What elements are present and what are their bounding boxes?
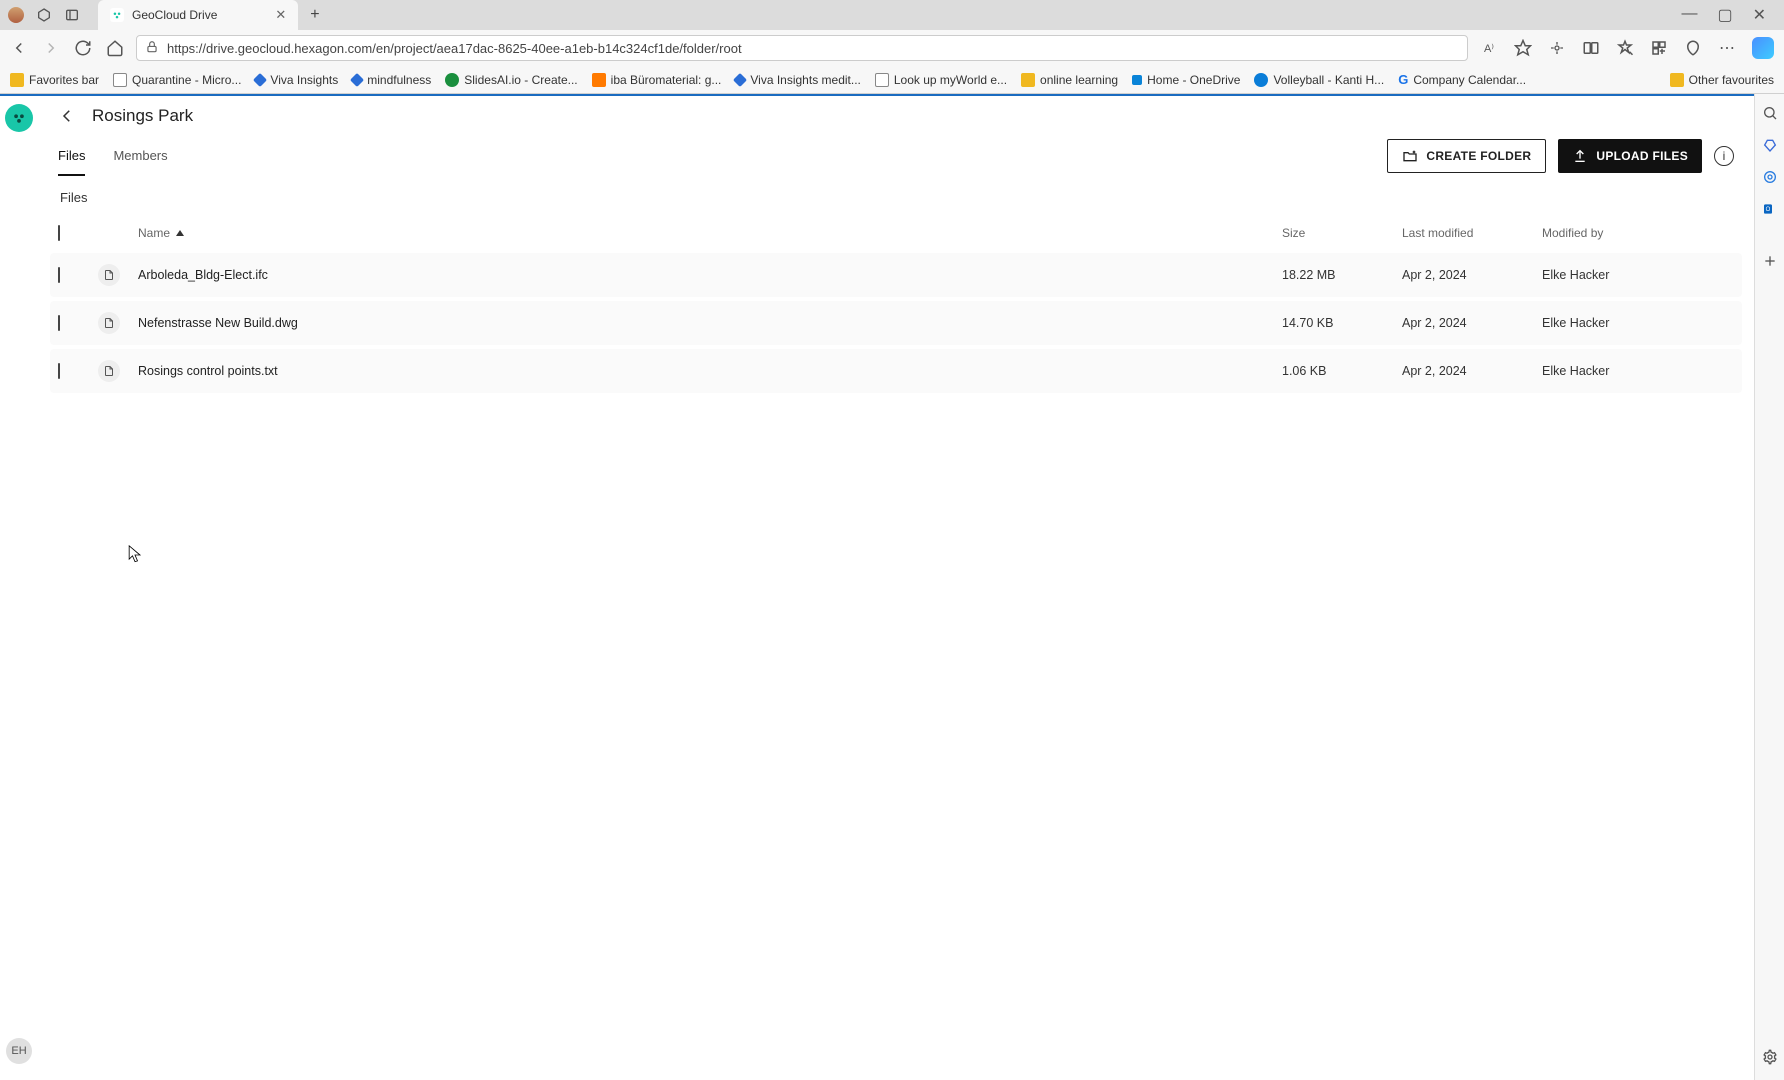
tabs-row: Files Members CREATE FOLDER UPLOAD FILES… — [38, 136, 1754, 176]
extensions-icon[interactable] — [1548, 39, 1566, 57]
tab-files[interactable]: Files — [58, 136, 85, 176]
bookmark-viva-insights[interactable]: Viva Insights — [255, 73, 338, 87]
sidebar-tools-icon[interactable] — [1761, 168, 1779, 186]
edge-sidebar: O — [1754, 94, 1784, 1080]
new-tab-button[interactable]: + — [310, 6, 319, 24]
column-name[interactable]: Name — [138, 226, 1282, 240]
select-all-checkbox[interactable] — [58, 225, 60, 241]
bookmark-onedrive[interactable]: Home - OneDrive — [1132, 73, 1240, 87]
page-title: Rosings Park — [92, 106, 193, 126]
upload-files-button[interactable]: UPLOAD FILES — [1558, 139, 1702, 173]
collections-icon[interactable] — [1650, 39, 1668, 57]
window-close-icon[interactable]: ✕ — [1753, 5, 1766, 25]
breadcrumb: Files — [38, 176, 1754, 213]
app-logo-icon[interactable] — [5, 104, 33, 132]
sidebar-add-icon[interactable] — [1761, 252, 1779, 270]
address-row: https://drive.geocloud.hexagon.com/en/pr… — [0, 30, 1784, 66]
file-modified-by: Elke Hacker — [1542, 364, 1742, 378]
nav-forward-icon — [42, 39, 60, 57]
file-icon — [98, 360, 120, 382]
app-frame: EH Rosings Park Files Members CREATE FOL… — [0, 94, 1754, 1080]
bookmark-myworld[interactable]: Look up myWorld e... — [875, 73, 1007, 87]
sidebar-outlook-icon[interactable]: O — [1761, 200, 1779, 218]
file-icon — [98, 312, 120, 334]
sort-asc-icon — [176, 230, 184, 236]
bookmark-viva-medit[interactable]: Viva Insights medit... — [735, 73, 861, 87]
file-name: Arboleda_Bldg-Elect.ifc — [138, 268, 1282, 282]
app-rail: EH — [0, 96, 38, 1080]
address-bar[interactable]: https://drive.geocloud.hexagon.com/en/pr… — [136, 35, 1468, 61]
tab-favicon-icon — [110, 8, 124, 22]
bookmark-online-learning[interactable]: online learning — [1021, 73, 1118, 87]
page-header: Rosings Park — [38, 96, 1754, 136]
nav-home-icon[interactable] — [106, 39, 124, 57]
table-row[interactable]: Rosings control points.txt 1.06 KB Apr 2… — [50, 349, 1742, 393]
info-icon[interactable]: i — [1714, 146, 1734, 166]
create-folder-button[interactable]: CREATE FOLDER — [1387, 139, 1546, 173]
favorites-icon[interactable] — [1616, 39, 1634, 57]
read-aloud-icon[interactable]: A⁾ — [1480, 39, 1498, 57]
nav-refresh-icon[interactable] — [74, 39, 92, 57]
file-modified-by: Elke Hacker — [1542, 268, 1742, 282]
tab-close-icon[interactable]: ✕ — [275, 7, 286, 23]
file-modified-by: Elke Hacker — [1542, 316, 1742, 330]
split-screen-icon[interactable] — [1582, 39, 1600, 57]
window-maximize-icon[interactable]: ▢ — [1717, 5, 1732, 25]
file-last-modified: Apr 2, 2024 — [1402, 364, 1542, 378]
bookmark-quarantine[interactable]: Quarantine - Micro... — [113, 73, 241, 87]
file-name: Nefenstrasse New Build.dwg — [138, 316, 1282, 330]
bookmark-volleyball[interactable]: Volleyball - Kanti H... — [1254, 73, 1384, 87]
app-content: Rosings Park Files Members CREATE FOLDER… — [38, 96, 1754, 1080]
bookmark-company-calendar[interactable]: GCompany Calendar... — [1398, 72, 1526, 87]
file-name: Rosings control points.txt — [138, 364, 1282, 378]
table-row[interactable]: Arboleda_Bldg-Elect.ifc 18.22 MB Apr 2, … — [50, 253, 1742, 297]
workspaces-icon[interactable] — [36, 7, 52, 23]
file-table: Name Size Last modified Modified by Arbo… — [38, 213, 1754, 393]
bookmark-other-favourites[interactable]: Other favourites — [1670, 73, 1774, 87]
tab-members[interactable]: Members — [113, 136, 167, 176]
browser-essentials-icon[interactable] — [1684, 39, 1702, 57]
favorite-star-icon[interactable] — [1514, 39, 1532, 57]
row-checkbox[interactable] — [58, 315, 60, 331]
svg-text:O: O — [1765, 207, 1770, 213]
bookmark-favorites-bar[interactable]: Favorites bar — [10, 73, 99, 87]
column-size[interactable]: Size — [1282, 226, 1402, 240]
browser-titlebar: GeoCloud Drive ✕ + — ▢ ✕ — [0, 0, 1784, 30]
profile-avatar-icon[interactable] — [8, 7, 24, 23]
file-last-modified: Apr 2, 2024 — [1402, 268, 1542, 282]
column-last-modified[interactable]: Last modified — [1402, 226, 1542, 240]
more-menu-icon[interactable]: ⋯ — [1718, 39, 1736, 57]
sidebar-shopping-icon[interactable] — [1761, 136, 1779, 154]
user-initials: EH — [11, 1045, 26, 1057]
tab-actions-icon[interactable] — [64, 7, 80, 23]
bookmark-slidesai[interactable]: SlidesAI.io - Create... — [445, 73, 577, 87]
window-minimize-icon[interactable]: — — [1681, 5, 1697, 25]
file-size: 14.70 KB — [1282, 316, 1402, 330]
url-text: https://drive.geocloud.hexagon.com/en/pr… — [167, 41, 742, 56]
file-size: 1.06 KB — [1282, 364, 1402, 378]
sidebar-search-icon[interactable] — [1761, 104, 1779, 122]
table-header: Name Size Last modified Modified by — [50, 213, 1742, 253]
bookmark-mindfulness[interactable]: mindfulness — [352, 73, 431, 87]
copilot-icon[interactable] — [1752, 37, 1774, 59]
back-arrow-icon[interactable] — [58, 107, 76, 125]
row-checkbox[interactable] — [58, 363, 60, 379]
file-last-modified: Apr 2, 2024 — [1402, 316, 1542, 330]
tab-title: GeoCloud Drive — [132, 8, 217, 22]
file-icon — [98, 264, 120, 286]
bookmarks-bar: Favorites bar Quarantine - Micro... Viva… — [0, 66, 1784, 94]
nav-back-icon[interactable] — [10, 39, 28, 57]
sidebar-settings-icon[interactable] — [1761, 1048, 1779, 1066]
file-size: 18.22 MB — [1282, 268, 1402, 282]
table-row[interactable]: Nefenstrasse New Build.dwg 14.70 KB Apr … — [50, 301, 1742, 345]
lock-icon — [145, 40, 159, 57]
row-checkbox[interactable] — [58, 267, 60, 283]
column-modified-by[interactable]: Modified by — [1542, 226, 1742, 240]
user-avatar[interactable]: EH — [6, 1038, 32, 1064]
browser-tab[interactable]: GeoCloud Drive ✕ — [98, 0, 298, 30]
bookmark-iba[interactable]: iba Büromaterial: g... — [592, 73, 722, 87]
